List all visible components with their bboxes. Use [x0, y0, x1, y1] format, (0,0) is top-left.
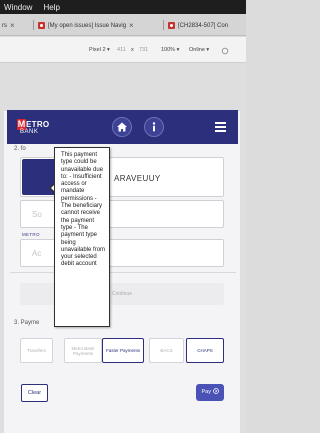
- jira-favicon-icon: [38, 22, 45, 29]
- browser-tab-strip: rs × [My open issues] Issue Navig × [CH2…: [0, 14, 246, 36]
- pay-button[interactable]: Pay: [196, 384, 224, 401]
- payment-unavailable-tooltip: This payment type could be unavailable d…: [54, 147, 110, 327]
- tooltip-line: type could be: [61, 159, 97, 166]
- viewport-height[interactable]: 731: [139, 47, 148, 53]
- device-select[interactable]: Pixel 2 ▾: [89, 47, 110, 53]
- tooltip-line: your selected: [61, 254, 97, 261]
- devtools-device-toolbar: Pixel 2 ▾ 411 x 731 100% ▾ Online ▾: [0, 37, 246, 63]
- metro-label: METRO: [22, 232, 40, 237]
- throttle-select[interactable]: Online ▾: [189, 47, 209, 53]
- sort-code-placeholder: So: [32, 210, 42, 219]
- jira-favicon-icon: [168, 22, 175, 29]
- tooltip-line: permissions -: [61, 195, 97, 202]
- tooltip-line: cannot receive: [61, 210, 101, 217]
- tooltip-line: being: [61, 239, 76, 246]
- tooltip-line: unavailable due: [61, 166, 104, 173]
- browser-tab-partial[interactable]: rs ×: [2, 17, 32, 34]
- tab-close-icon[interactable]: ×: [129, 21, 134, 30]
- tooltip-line: debit account: [61, 261, 97, 268]
- info-icon: [152, 122, 156, 132]
- section-divider: [10, 272, 236, 273]
- payment-type-chaps[interactable]: CHAPS: [186, 338, 224, 363]
- viewport-width[interactable]: 411: [117, 47, 126, 53]
- app-header: M ETRO BANK: [7, 110, 238, 144]
- tooltip-line: This payment: [61, 152, 98, 158]
- pay-button-label: Pay: [201, 389, 211, 395]
- zoom-select[interactable]: 100% ▾: [161, 47, 179, 53]
- tooltip-line: access or: [61, 181, 87, 188]
- account-number-placeholder: Ac: [32, 249, 42, 258]
- payment-type-transfers[interactable]: Transfers: [20, 338, 53, 363]
- arrow-circle-icon: [212, 388, 219, 394]
- account-number-input[interactable]: [20, 239, 224, 267]
- home-button[interactable]: [112, 117, 132, 137]
- dimension-separator: x: [131, 47, 134, 53]
- menu-help[interactable]: Help: [43, 3, 59, 12]
- payment-type-bacs[interactable]: BACS: [149, 338, 184, 363]
- tooltip-line: The beneficiary: [61, 203, 103, 210]
- info-button[interactable]: [144, 117, 164, 137]
- tooltip-line: to: - Insufficient: [61, 173, 102, 180]
- tooltip-line: the payment: [61, 217, 95, 224]
- tooltip-line: type - The: [61, 224, 88, 231]
- home-icon: [117, 122, 127, 132]
- metro-bank-logo[interactable]: M ETRO BANK: [17, 119, 49, 136]
- os-menu-bar: Window Help: [0, 0, 246, 14]
- tooltip-line: mandate: [61, 188, 85, 195]
- payment-type-metro-bank-payments[interactable]: Metro Bank Payments: [64, 338, 102, 363]
- payment-type-faster-payments[interactable]: Faster Payments: [102, 338, 144, 363]
- browser-tab-ch2834[interactable]: [CH2834-507] Con: [168, 17, 246, 34]
- tab-divider: [33, 20, 34, 30]
- rotate-icon[interactable]: [221, 47, 229, 57]
- section-3-heading: 3. Payme: [14, 320, 40, 326]
- continue-button-disabled[interactable]: Continue: [20, 283, 224, 305]
- sort-code-input[interactable]: [20, 200, 224, 228]
- hamburger-menu-icon[interactable]: [215, 122, 226, 132]
- clear-button[interactable]: Clear: [21, 384, 48, 402]
- tab-close-icon[interactable]: ×: [10, 21, 15, 30]
- section-2-heading: 2. fo: [14, 146, 26, 152]
- tooltip-line: payment type: [61, 232, 98, 239]
- account-name: ARAVEUUY: [114, 174, 161, 183]
- tooltip-line: unavailable from: [61, 246, 106, 253]
- menu-window[interactable]: Window: [4, 3, 32, 12]
- browser-tab-issue-navigator[interactable]: [My open issues] Issue Navig ×: [38, 17, 158, 34]
- tab-divider: [163, 20, 164, 30]
